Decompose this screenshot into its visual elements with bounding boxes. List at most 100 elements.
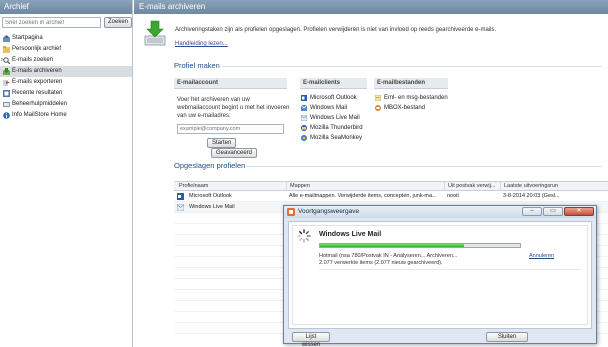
sidebar-item-label: Recente resultaten	[12, 90, 63, 96]
progress-dialog: Voortgangsweergave – ▭ ✕ Windows Live Ma…	[283, 205, 597, 347]
sidebar-item-e-mails-exporteren[interactable]: E-mails exporteren	[0, 77, 132, 88]
start-button[interactable]: Starten	[207, 138, 237, 148]
sidebar-item-label: Persoonlijk archief	[12, 46, 62, 52]
seamonkey-icon	[301, 135, 307, 141]
profile-delete: nooit	[447, 193, 459, 199]
client-label: Windows Mail	[310, 105, 348, 111]
search-row: Zoeken	[2, 17, 132, 31]
profile-folders: Alle e-mailmappen. Verwijderde items, co…	[289, 193, 437, 199]
processed-count: 2.077 verwerkte items (2.077 nieuw gearc…	[319, 260, 443, 266]
column-header-profile[interactable]: Profielnaam	[176, 182, 286, 191]
section-divider	[222, 66, 602, 67]
mail-account-description: Voer het archiveren van uw webmailaccoun…	[177, 96, 290, 120]
mail-account-buttons: Starten Geavanceerd	[207, 138, 287, 158]
column-header-delete[interactable]: Uit postvak verwij...	[444, 182, 500, 191]
mail-account-header: E-mailaccount	[174, 78, 287, 89]
job-list: Windows Live Mail Hotmail (nsa 780/Postv…	[292, 225, 588, 325]
mail-files-column: E-mailbestanden Eml- en msg-bestanden MB…	[374, 78, 448, 113]
intro-text: Archiveringstaken zijn als profielen opg…	[175, 27, 497, 33]
cancel-link[interactable]: Annuleren	[529, 253, 554, 259]
profile-section-title: Profiel maken	[174, 61, 220, 70]
sidebar-item-label: E-mails archiveren	[12, 68, 62, 74]
sidebar-item-label: Info MailStore Home	[12, 112, 67, 118]
table-row[interactable]: Microsoft Outlook Alle e-mailmappen. Ver…	[174, 191, 608, 202]
search-input[interactable]	[2, 17, 101, 28]
search-button[interactable]: Zoeken	[104, 17, 132, 28]
maximize-button[interactable]: ▭	[543, 207, 563, 216]
job-divider	[319, 269, 581, 270]
client-label: Microsoft Outlook	[310, 95, 357, 101]
sidebar-item-e-mails-archiveren[interactable]: E-mails archiveren	[0, 66, 132, 77]
email-field[interactable]	[177, 124, 284, 134]
mail-account-column: E-mailaccount Voer het archiveren van uw…	[174, 78, 290, 158]
sidebar-nav: Startpagina Persoonlijk archief ▹ E-mail…	[0, 33, 132, 121]
client-label: Mozilla SeaMonkey	[310, 135, 363, 141]
mail-clients-header: E-mailclients	[300, 78, 367, 89]
dialog-body: Windows Live Mail Hotmail (nsa 780/Postv…	[288, 221, 592, 329]
progress-bar	[319, 243, 521, 248]
saved-profiles-title: Opgeslagen profielen	[174, 161, 246, 170]
info-icon	[3, 112, 10, 119]
description-line: van uw e-mailadres:	[177, 113, 231, 119]
sidebar-item-startpagina[interactable]: Startpagina	[0, 33, 132, 44]
home-icon	[3, 35, 10, 42]
sidebar-item-e-mails-zoeken[interactable]: ▹ E-mails zoeken	[0, 55, 132, 66]
sidebar-item-label: E-mails zoeken	[12, 57, 54, 63]
manual-link[interactable]: Handleiding lezen...	[175, 41, 228, 47]
client-mozilla-seamonkey[interactable]: Mozilla SeaMonkey	[300, 133, 367, 143]
outlook-icon	[301, 95, 307, 101]
file-mbox[interactable]: MBOX-bestand	[374, 103, 448, 113]
archive-sidebar: Archief Zoeken Startpagina Persoonlijk a…	[0, 0, 133, 347]
column-header-last-run[interactable]: Laatste uitvoeringsrun	[500, 182, 606, 191]
client-label: Mozilla Thunderbird	[310, 125, 363, 131]
folder-icon	[3, 46, 10, 53]
windows-mail-icon	[300, 104, 308, 111]
dialog-titlebar[interactable]: Voortgangsweergave – ▭ ✕	[284, 206, 596, 218]
sidebar-item-recente-resultaten[interactable]: Recente resultaten	[0, 88, 132, 99]
client-microsoft-outlook[interactable]: Microsoft Outlook	[300, 93, 367, 103]
client-label: Windows Live Mail	[310, 115, 360, 121]
sidebar-header: Archief	[0, 0, 132, 14]
minimize-button[interactable]: –	[522, 207, 542, 216]
job-status: Hotmail (nsa 780/Postvak IN - Analyseren…	[319, 253, 458, 259]
mbox-file-icon	[375, 105, 381, 111]
eml-file-icon	[374, 94, 382, 102]
column-header-folders[interactable]: Mappen	[286, 182, 444, 191]
archive-icon	[3, 68, 10, 75]
description-line: webmailaccount begint u met het invoeren	[177, 105, 290, 111]
section-divider	[246, 166, 602, 167]
spinner-icon	[297, 229, 311, 243]
outlook-icon	[177, 193, 184, 200]
clear-list-button[interactable]: Lijst wissen	[292, 332, 330, 347]
sidebar-item-beheerhulpmiddelen[interactable]: Beheerhulpmiddelen	[0, 99, 132, 110]
page-title: E-mails archiveren	[134, 0, 608, 14]
tools-icon	[3, 101, 10, 108]
sidebar-item-label: Beheerhulpmiddelen	[12, 101, 68, 107]
windows-live-mail-icon	[300, 114, 308, 122]
client-windows-mail[interactable]: Windows Mail	[300, 103, 367, 113]
file-label: Eml- en msg-bestanden	[384, 95, 448, 101]
client-mozilla-thunderbird[interactable]: Mozilla Thunderbird	[300, 123, 367, 133]
sidebar-item-label: Startpagina	[12, 35, 43, 41]
dialog-title: Voortgangsweergave	[298, 208, 360, 215]
sidebar-item-persoonlijk-archief[interactable]: Persoonlijk archief	[0, 44, 132, 55]
mail-files-header: E-mailbestanden	[374, 78, 448, 89]
client-windows-live-mail[interactable]: Windows Live Mail	[300, 113, 367, 123]
description-line: Voer het archiveren van uw	[177, 97, 250, 103]
profile-name: Windows Live Mail	[189, 204, 235, 210]
thunderbird-icon	[301, 125, 307, 131]
download-archive-icon	[144, 20, 166, 46]
sidebar-item-label: E-mails exporteren	[12, 79, 63, 85]
file-eml-msg[interactable]: Eml- en msg-bestanden	[374, 93, 448, 103]
file-label: MBOX-bestand	[384, 105, 426, 111]
app-icon	[287, 208, 295, 216]
job-title: Windows Live Mail	[319, 231, 382, 238]
close-window-button[interactable]: ✕	[564, 207, 594, 216]
mail-clients-column: E-mailclients Microsoft Outlook Windows …	[300, 78, 367, 143]
export-icon	[3, 79, 10, 86]
close-button[interactable]: Sluiten	[486, 332, 528, 342]
advanced-button[interactable]: Geavanceerd	[211, 148, 258, 158]
profile-name: Microsoft Outlook	[189, 193, 232, 199]
profile-last-run: 3-8-2014 20:03 (Gesl...	[503, 193, 560, 199]
sidebar-item-info-mailstore-home[interactable]: Info MailStore Home	[0, 110, 132, 121]
